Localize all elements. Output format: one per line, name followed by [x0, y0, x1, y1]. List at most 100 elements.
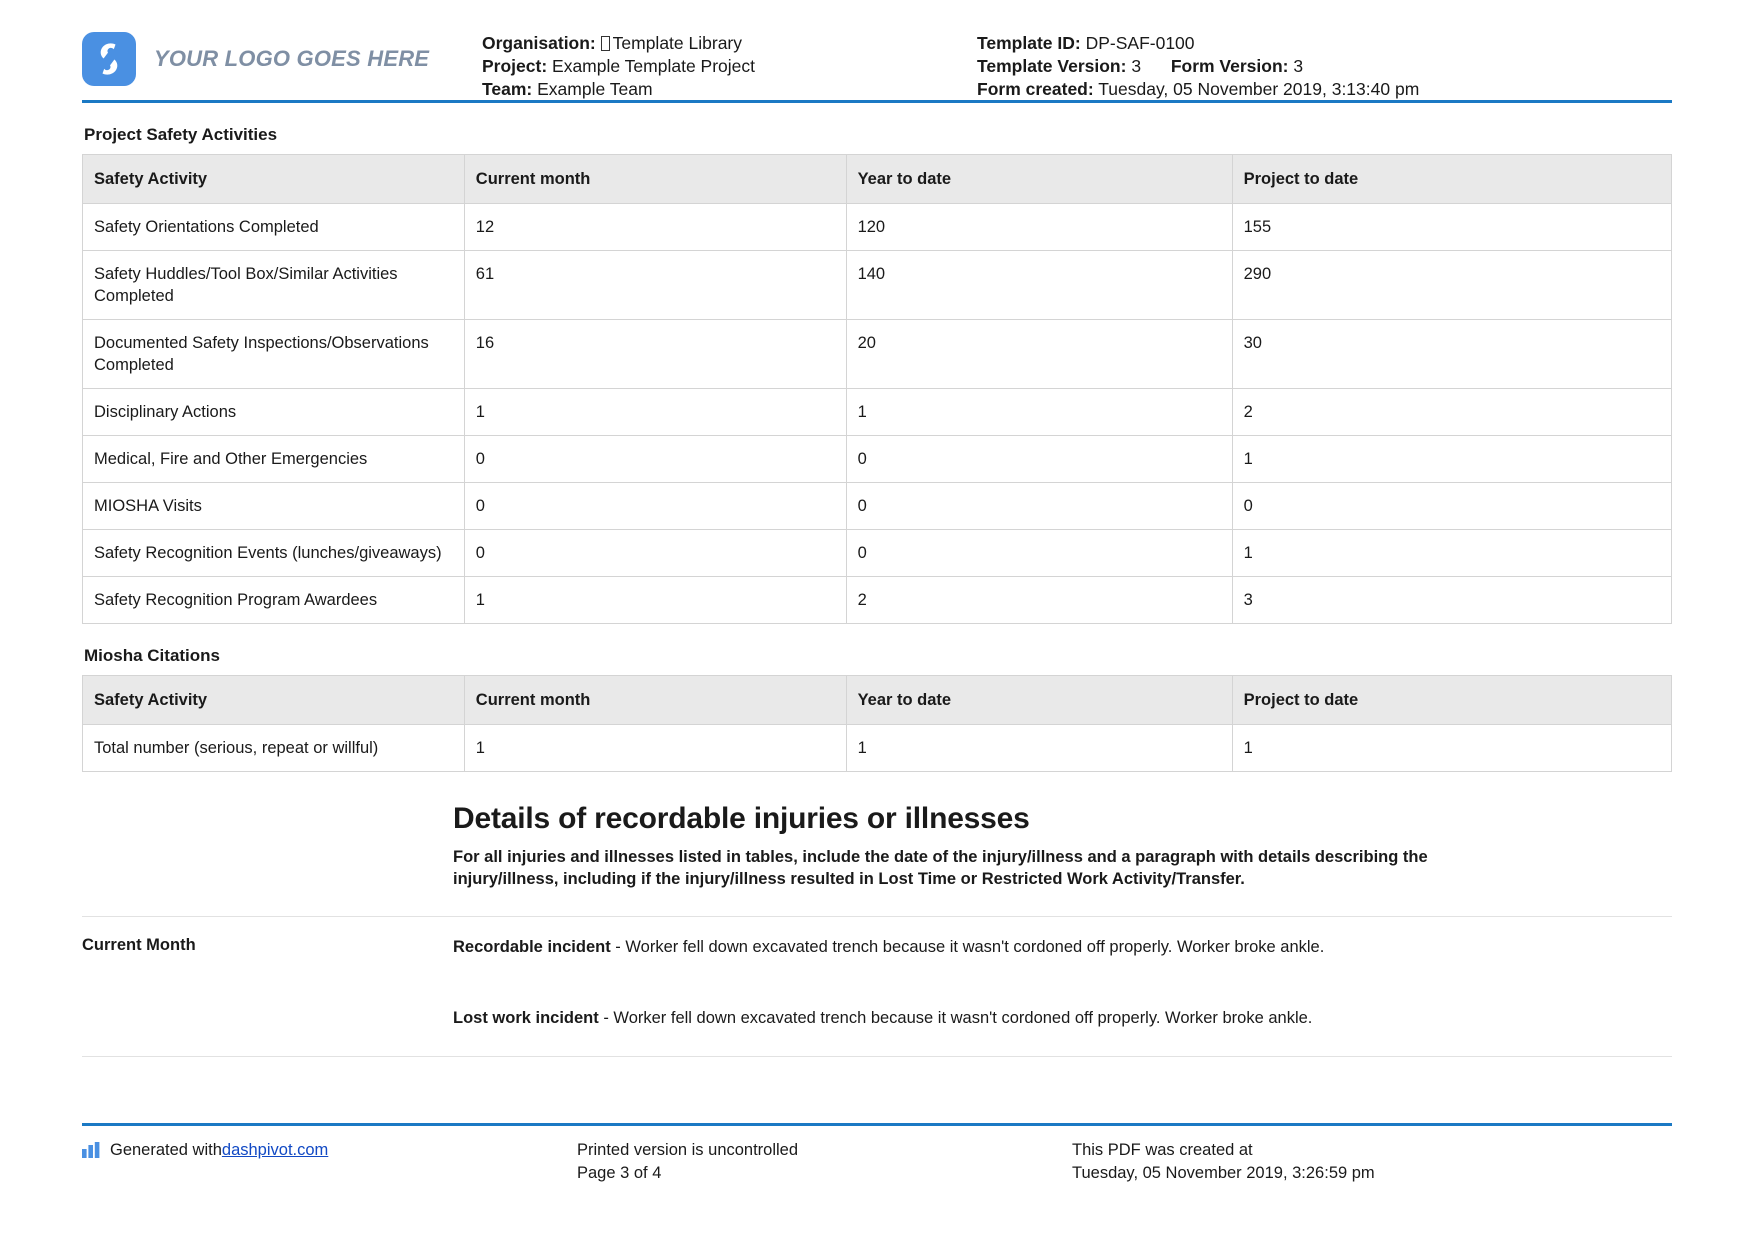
header-meta-right: Template ID: DP-SAF-0100 Template Versio…	[977, 24, 1672, 101]
logo-block: YOUR LOGO GOES HERE	[82, 24, 482, 86]
generated-with-text: Generated with	[110, 1141, 222, 1159]
template-id-row: Template ID: DP-SAF-0100	[977, 32, 1672, 55]
column-header-activity: Safety Activity	[82, 154, 465, 204]
dashpivot-link[interactable]: dashpivot.com	[222, 1139, 328, 1162]
table-header-row: Safety Activity Current month Year to da…	[82, 154, 1673, 204]
column-header-current-month: Current month	[463, 675, 847, 725]
table-row: Documented Safety Inspections/Observatio…	[82, 319, 1673, 389]
miosha-citations-table: Safety Activity Current month Year to da…	[82, 675, 1673, 772]
form-version-value: 3	[1293, 56, 1304, 76]
lost-work-incident-text: - Worker fell down excavated trench beca…	[598, 1009, 1313, 1027]
cell-activity: Safety Orientations Completed	[82, 203, 465, 251]
project-label: Project:	[482, 56, 548, 76]
cell-year-to-date: 140	[845, 250, 1233, 320]
cell-current-month: 1	[463, 388, 847, 436]
lost-work-incident-label: Lost work incident	[453, 1009, 599, 1027]
table-row: Safety Huddles/Tool Box/Similar Activiti…	[82, 250, 1673, 320]
recordable-incident: Recordable incident - Worker fell down e…	[453, 935, 1672, 959]
version-row: Template Version: 3 Form Version: 3	[977, 55, 1672, 78]
cell-current-month: 61	[463, 250, 847, 320]
project-value: Example Template Project	[552, 56, 755, 76]
details-divider-bottom	[82, 1056, 1672, 1057]
cell-activity: Medical, Fire and Other Emergencies	[82, 435, 465, 483]
footer-generated-with: Generated with dashpivot.com	[82, 1139, 577, 1185]
missing-glyph-icon	[600, 36, 610, 51]
incident-descriptions: Recordable incident - Worker fell down e…	[453, 935, 1672, 1030]
cell-activity: Disciplinary Actions	[82, 388, 465, 436]
cell-activity: Safety Recognition Program Awardees	[82, 576, 465, 624]
cell-year-to-date: 20	[845, 319, 1233, 389]
details-heading: Details of recordable injuries or illnes…	[453, 802, 1030, 835]
form-created-value: Tuesday, 05 November 2019, 3:13:40 pm	[1098, 79, 1420, 99]
table-row: Disciplinary Actions 1 1 2	[82, 388, 1673, 436]
pdf-created-label: This PDF was created at	[1072, 1141, 1253, 1159]
template-version-value: 3	[1131, 56, 1142, 76]
cell-current-month: 12	[463, 203, 847, 251]
miosha-citations-title: Miosha Citations	[84, 646, 221, 665]
cell-year-to-date: 0	[845, 482, 1233, 530]
cell-project-to-date: 0	[1231, 482, 1673, 530]
table-row: Safety Orientations Completed 12 120 155	[82, 203, 1673, 251]
bar-chart-icon	[82, 1139, 101, 1165]
cell-year-to-date: 1	[845, 388, 1233, 436]
cell-project-to-date: 1	[1231, 529, 1673, 577]
table-header-row: Safety Activity Current month Year to da…	[82, 675, 1673, 725]
team-row: Team: Example Team	[482, 78, 977, 101]
form-version-label: Form Version:	[1170, 56, 1289, 76]
organisation-label: Organisation:	[482, 33, 596, 53]
safety-activities-table: Safety Activity Current month Year to da…	[82, 154, 1673, 624]
project-row: Project: Example Template Project	[482, 55, 977, 78]
template-id-label: Template ID:	[977, 33, 1081, 53]
column-header-year-to-date: Year to date	[845, 154, 1233, 204]
cell-year-to-date: 0	[845, 435, 1233, 483]
column-header-project-to-date: Project to date	[1231, 675, 1673, 725]
column-header-current-month: Current month	[463, 154, 847, 204]
cell-project-to-date: 155	[1231, 203, 1673, 251]
cell-year-to-date: 2	[845, 576, 1233, 624]
column-header-year-to-date: Year to date	[845, 675, 1233, 725]
document-header: YOUR LOGO GOES HERE Organisation: Templa…	[82, 0, 1672, 99]
form-created-label: Form created:	[977, 79, 1094, 99]
organisation-row: Organisation: Template Library	[482, 32, 977, 55]
page-number: Page 3 of 4	[577, 1164, 662, 1182]
company-logo-icon	[82, 32, 136, 86]
recordable-incident-text: - Worker fell down excavated trench beca…	[610, 938, 1325, 956]
footer-created-info: This PDF was created at Tuesday, 05 Nove…	[1072, 1139, 1672, 1185]
cell-activity: Safety Recognition Events (lunches/givea…	[82, 529, 465, 577]
table-row: Medical, Fire and Other Emergencies 0 0 1	[82, 435, 1673, 483]
safety-activities-title: Project Safety Activities	[84, 125, 278, 144]
form-created-row: Form created: Tuesday, 05 November 2019,…	[977, 78, 1672, 101]
column-header-activity: Safety Activity	[82, 675, 465, 725]
details-section: Details of recordable injuries or illnes…	[82, 802, 1672, 890]
team-label: Team:	[482, 79, 533, 99]
cell-current-month: 16	[463, 319, 847, 389]
cell-activity: Documented Safety Inspections/Observatio…	[82, 319, 465, 389]
cell-project-to-date: 30	[1231, 319, 1673, 389]
table-row: Safety Recognition Events (lunches/givea…	[82, 529, 1673, 577]
cell-current-month: 1	[463, 724, 847, 772]
recordable-incident-label: Recordable incident	[453, 938, 611, 956]
cell-current-month: 0	[463, 529, 847, 577]
cell-current-month: 0	[463, 435, 847, 483]
table-row: MIOSHA Visits 0 0 0	[82, 482, 1673, 530]
table-row: Safety Recognition Program Awardees 1 2 3	[82, 576, 1673, 624]
template-version-label: Template Version:	[977, 56, 1127, 76]
team-value: Example Team	[537, 79, 653, 99]
current-month-incidents: Current Month Recordable incident - Work…	[82, 917, 1672, 1030]
column-header-project-to-date: Project to date	[1231, 154, 1673, 204]
logo-text: YOUR LOGO GOES HERE	[154, 46, 430, 71]
cell-project-to-date: 3	[1231, 576, 1673, 624]
cell-project-to-date: 2	[1231, 388, 1673, 436]
pdf-created-value: Tuesday, 05 November 2019, 3:26:59 pm	[1072, 1164, 1375, 1182]
cell-year-to-date: 1	[845, 724, 1233, 772]
current-month-label: Current Month	[82, 936, 196, 954]
cell-activity: Safety Huddles/Tool Box/Similar Activiti…	[82, 250, 465, 320]
cell-activity: MIOSHA Visits	[82, 482, 465, 530]
cell-activity: Total number (serious, repeat or willful…	[82, 724, 465, 772]
details-subheading: For all injuries and illnesses listed in…	[453, 848, 1428, 888]
cell-project-to-date: 1	[1231, 435, 1673, 483]
template-id-value: DP-SAF-0100	[1085, 33, 1195, 53]
organisation-value: Template Library	[612, 33, 743, 53]
cell-year-to-date: 0	[845, 529, 1233, 577]
cell-year-to-date: 120	[845, 203, 1233, 251]
